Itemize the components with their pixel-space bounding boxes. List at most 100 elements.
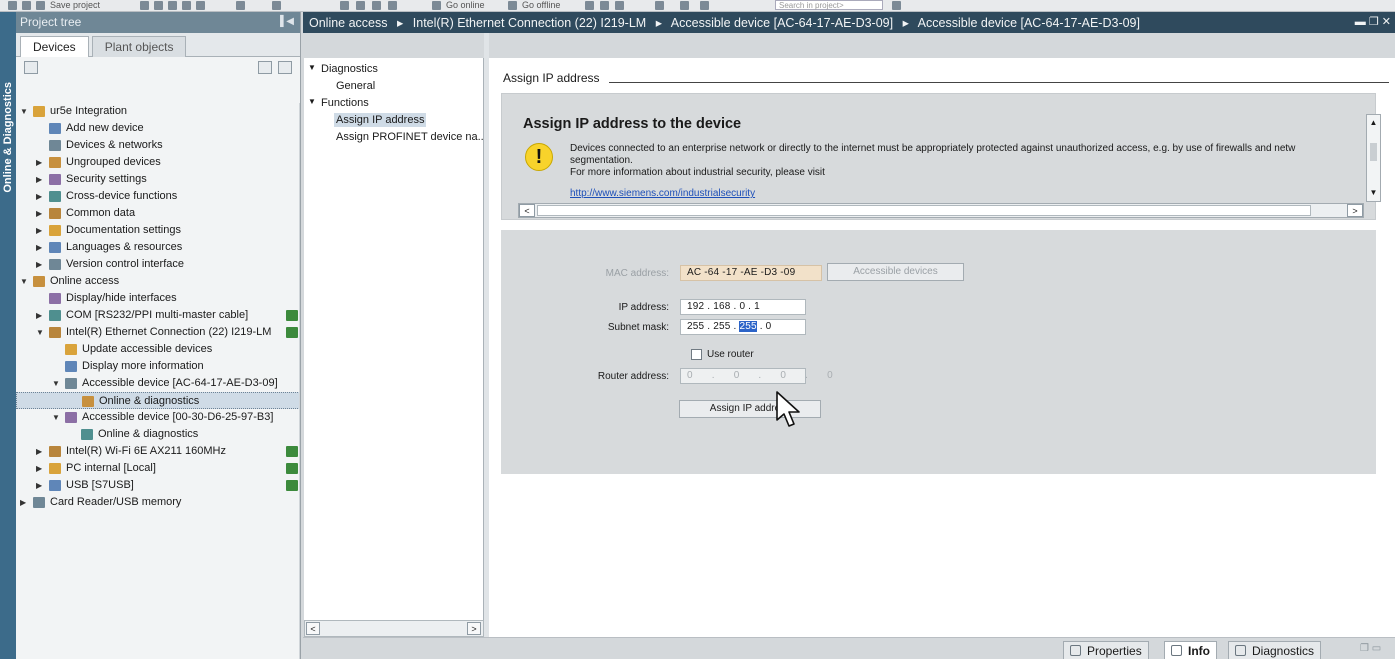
chevron-right-icon[interactable]: ▶: [36, 205, 46, 222]
split-horizontal-icon[interactable]: [680, 1, 689, 10]
nav-functions[interactable]: Functions: [321, 97, 369, 109]
chevron-right-icon[interactable]: ▶: [36, 307, 46, 324]
tree-item[interactable]: ▶ Security settings: [16, 171, 300, 188]
tree-item[interactable]: ▶ Card Reader/USB memory: [16, 494, 300, 511]
tree-item[interactable]: ▶ USB [S7USB]: [16, 477, 300, 494]
tree-item[interactable]: ▶ Version control interface: [16, 256, 300, 273]
close-icon[interactable]: ✕: [1382, 16, 1391, 28]
tree-item[interactable]: ▶ Documentation settings: [16, 222, 300, 239]
chevron-down-icon[interactable]: ▼: [52, 409, 62, 426]
download-icon[interactable]: [356, 1, 365, 10]
chevron-right-icon[interactable]: ▶: [20, 494, 30, 511]
go-offline-icon[interactable]: [508, 1, 517, 10]
go-offline-button[interactable]: Go offline: [522, 0, 560, 10]
chevron-right-icon[interactable]: ▶: [36, 443, 46, 460]
go-online-icon[interactable]: [432, 1, 441, 10]
tree-item[interactable]: ▼ Accessible device [AC-64-17-AE-D3-09]: [16, 375, 300, 392]
search-in-project-input[interactable]: Search in project>: [775, 0, 883, 10]
tree-settings-icon[interactable]: [24, 61, 38, 74]
tab-diagnostics[interactable]: Diagnostics: [1228, 641, 1322, 659]
subnet-mask-selected-octet[interactable]: 255: [739, 321, 757, 332]
redo-icon[interactable]: [272, 1, 281, 10]
warning-horizontal-scrollbar[interactable]: < >: [518, 203, 1364, 218]
cross-reference-icon[interactable]: [655, 1, 664, 10]
copy-icon[interactable]: [168, 1, 177, 10]
scroll-right-icon[interactable]: >: [1347, 204, 1363, 217]
compile-icon[interactable]: [340, 1, 349, 10]
tree-item[interactable]: ▶ Languages & resources: [16, 239, 300, 256]
chevron-down-icon[interactable]: ▼: [20, 103, 30, 120]
tree-item[interactable]: ▼ ur5e Integration: [16, 103, 300, 120]
save-icon[interactable]: [36, 1, 45, 10]
nav-assign-profinet-name[interactable]: Assign PROFINET device na...: [336, 131, 487, 143]
sync-icon[interactable]: [278, 61, 292, 74]
scroll-thumb[interactable]: [1370, 143, 1377, 161]
chevron-right-icon[interactable]: ▶: [36, 171, 46, 188]
simulation-icon[interactable]: [388, 1, 397, 10]
tree-item[interactable]: ▼ Online access: [16, 273, 300, 290]
tab-plant-objects[interactable]: Plant objects: [91, 36, 187, 57]
chevron-right-icon[interactable]: ▶: [36, 222, 46, 239]
overview-icon[interactable]: [258, 61, 272, 74]
chevron-down-icon[interactable]: ▼: [52, 375, 62, 392]
router-address-input[interactable]: 0 . 0 . 0 . 0: [680, 368, 833, 384]
scroll-left-icon[interactable]: <: [306, 622, 320, 635]
tree-item[interactable]: ▶ COM [RS232/PPI multi-master cable]: [16, 307, 300, 324]
tree-scrollbar-track[interactable]: [299, 103, 300, 659]
breadcrumb-online-access[interactable]: Online access: [309, 16, 388, 30]
print-icon[interactable]: [140, 1, 149, 10]
chevron-right-icon[interactable]: ▶: [36, 256, 46, 273]
delete-icon[interactable]: [196, 1, 205, 10]
split-vertical-icon[interactable]: [700, 1, 709, 10]
chevron-right-icon[interactable]: ▶: [36, 154, 46, 171]
use-router-checkbox[interactable]: [691, 349, 702, 360]
tree-item[interactable]: Display/hide interfaces: [16, 290, 300, 307]
minimize-icon[interactable]: ▬: [1355, 16, 1366, 28]
breadcrumb-accessible-device[interactable]: Accessible device [AC-64-17-AE-D3-09]: [671, 16, 893, 30]
tree-item[interactable]: Add new device: [16, 120, 300, 137]
search-icon[interactable]: [892, 1, 901, 10]
warning-vertical-scrollbar[interactable]: ▲ ▼: [1366, 114, 1381, 202]
upload-icon[interactable]: [372, 1, 381, 10]
collapse-panel-icon[interactable]: ▐ ◀: [276, 16, 294, 27]
chevron-down-icon[interactable]: ▼: [308, 63, 316, 72]
save-project-button[interactable]: Save project: [50, 0, 100, 10]
scroll-up-icon[interactable]: ▲: [1368, 116, 1379, 130]
online-diagnostics-side-tab[interactable]: Online & Diagnostics: [0, 12, 16, 659]
tree-item[interactable]: ▶ Common data: [16, 205, 300, 222]
breadcrumb-current-device[interactable]: Accessible device [AC-64-17-AE-D3-09]: [918, 16, 1140, 30]
scroll-left-icon[interactable]: <: [519, 204, 535, 217]
tree-item[interactable]: ▶ Cross-device functions: [16, 188, 300, 205]
go-online-button[interactable]: Go online: [446, 0, 485, 10]
nav-general[interactable]: General: [336, 80, 375, 92]
paste-icon[interactable]: [182, 1, 191, 10]
tree-item[interactable]: Online & diagnostics: [16, 392, 300, 409]
tab-devices[interactable]: Devices: [20, 36, 89, 57]
new-project-icon[interactable]: [8, 1, 17, 10]
chevron-down-icon[interactable]: ▼: [36, 324, 46, 341]
start-cpu-icon[interactable]: [600, 1, 609, 10]
chevron-right-icon[interactable]: ▶: [36, 477, 46, 494]
tree-item[interactable]: ▶ Ungrouped devices: [16, 154, 300, 171]
nav-assign-ip-address[interactable]: Assign IP address: [334, 113, 427, 127]
tree-item[interactable]: Devices & networks: [16, 137, 300, 154]
tree-item[interactable]: Update accessible devices: [16, 341, 300, 358]
tab-properties[interactable]: Properties: [1063, 641, 1149, 659]
tree-item[interactable]: ▼ Accessible device [00-30-D6-25-97-B3]: [16, 409, 300, 426]
breadcrumb-ethernet-connection[interactable]: Intel(R) Ethernet Connection (22) I219-L…: [413, 16, 646, 30]
chevron-right-icon[interactable]: ▶: [36, 460, 46, 477]
tree-item[interactable]: Display more information: [16, 358, 300, 375]
tree-item[interactable]: ▶ PC internal [Local]: [16, 460, 300, 477]
stop-cpu-icon[interactable]: [615, 1, 624, 10]
chevron-down-icon[interactable]: ▼: [20, 273, 30, 290]
panel-restore-icon[interactable]: ❐ ▭: [1360, 643, 1381, 654]
scroll-right-icon[interactable]: >: [467, 622, 481, 635]
accessible-devices-button[interactable]: Accessible devices: [827, 263, 964, 281]
cut-icon[interactable]: [154, 1, 163, 10]
chevron-down-icon[interactable]: ▼: [308, 97, 316, 106]
tab-info[interactable]: Info: [1164, 641, 1217, 659]
chevron-right-icon[interactable]: ▶: [36, 188, 46, 205]
subnet-mask-input[interactable]: 255 . 255 . 255 . 0: [680, 319, 806, 335]
undo-icon[interactable]: [236, 1, 245, 10]
scroll-thumb[interactable]: [537, 205, 1311, 216]
